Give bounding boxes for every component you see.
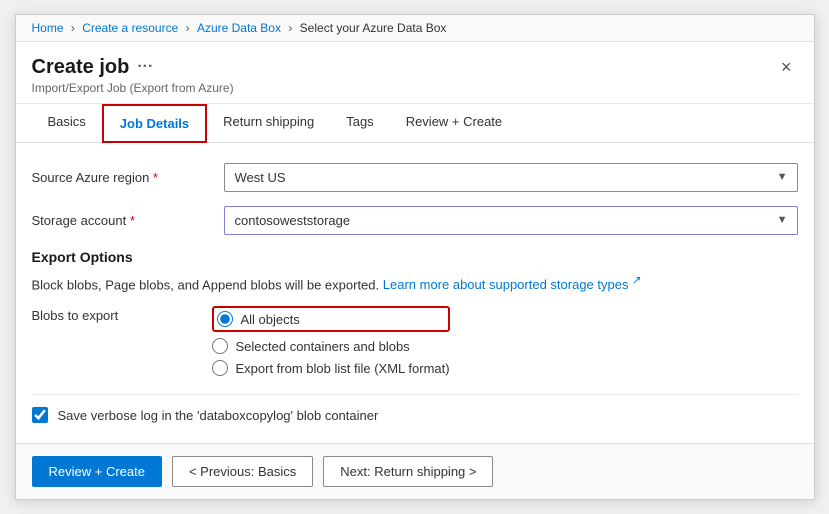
- breadcrumb-home[interactable]: Home: [32, 21, 64, 35]
- action-bar: Review + Create < Previous: Basics Next:…: [16, 443, 814, 499]
- breadcrumb-select-data-box[interactable]: Select your Azure Data Box: [300, 21, 447, 35]
- blobs-to-export-label: Blobs to export: [32, 306, 212, 323]
- content-area: Source Azure region * West US East US Ea…: [16, 143, 814, 444]
- radio-all-objects-option[interactable]: All objects: [212, 306, 450, 332]
- radio-selected-containers[interactable]: [212, 338, 228, 354]
- next-button[interactable]: Next: Return shipping >: [323, 456, 493, 487]
- previous-button[interactable]: < Previous: Basics: [172, 456, 313, 487]
- review-create-button[interactable]: Review + Create: [32, 456, 162, 487]
- tab-job-details[interactable]: Job Details: [102, 104, 207, 143]
- breadcrumb: Home › Create a resource › Azure Data Bo…: [16, 15, 814, 42]
- modal-subtitle: Import/Export Job (Export from Azure): [32, 81, 234, 95]
- source-region-select[interactable]: West US East US East US 2 Central US Nor…: [224, 163, 798, 192]
- tab-return-shipping[interactable]: Return shipping: [207, 104, 330, 142]
- radio-blob-list-file[interactable]: [212, 360, 228, 376]
- radio-selected-containers-label: Selected containers and blobs: [236, 339, 410, 354]
- source-region-label: Source Azure region *: [32, 170, 212, 185]
- source-region-row: Source Azure region * West US East US Ea…: [32, 163, 798, 192]
- tabs-bar: Basics Job Details Return shipping Tags …: [16, 104, 814, 143]
- close-button[interactable]: ×: [775, 56, 798, 78]
- blobs-to-export-row: Blobs to export All objects Selected con…: [32, 306, 798, 376]
- learn-more-link[interactable]: Learn more about supported storage types…: [383, 277, 642, 292]
- verbose-log-row: Save verbose log in the 'databoxcopylog'…: [32, 394, 798, 423]
- storage-account-wrapper: contosoweststorage ▼: [224, 206, 798, 235]
- radio-all-objects[interactable]: [217, 311, 233, 327]
- tab-basics[interactable]: Basics: [32, 104, 102, 142]
- storage-account-row: Storage account * contosoweststorage ▼: [32, 206, 798, 235]
- tab-tags[interactable]: Tags: [330, 104, 389, 142]
- verbose-log-checkbox[interactable]: [32, 407, 48, 423]
- radio-blob-list-file-label: Export from blob list file (XML format): [236, 361, 450, 376]
- modal-title: Create job ···: [32, 56, 234, 79]
- radio-selected-containers-option[interactable]: Selected containers and blobs: [212, 338, 450, 354]
- export-options-description: Block blobs, Page blobs, and Append blob…: [32, 273, 798, 295]
- tab-review-create[interactable]: Review + Create: [390, 104, 518, 142]
- radio-group: All objects Selected containers and blob…: [212, 306, 450, 376]
- radio-all-objects-label: All objects: [241, 312, 300, 327]
- verbose-log-label: Save verbose log in the 'databoxcopylog'…: [58, 408, 379, 423]
- radio-blob-list-file-option[interactable]: Export from blob list file (XML format): [212, 360, 450, 376]
- storage-account-label: Storage account *: [32, 213, 212, 228]
- modal-header: Create job ··· Import/Export Job (Export…: [16, 42, 814, 104]
- export-options-title: Export Options: [32, 249, 798, 265]
- more-options-icon[interactable]: ···: [137, 58, 153, 76]
- source-region-wrapper: West US East US East US 2 Central US Nor…: [224, 163, 798, 192]
- external-link-icon: ↗: [632, 275, 641, 287]
- breadcrumb-create-resource[interactable]: Create a resource: [82, 21, 178, 35]
- breadcrumb-azure-data-box[interactable]: Azure Data Box: [197, 21, 281, 35]
- storage-account-select[interactable]: contosoweststorage: [224, 206, 798, 235]
- export-options-section: Export Options Block blobs, Page blobs, …: [32, 249, 798, 377]
